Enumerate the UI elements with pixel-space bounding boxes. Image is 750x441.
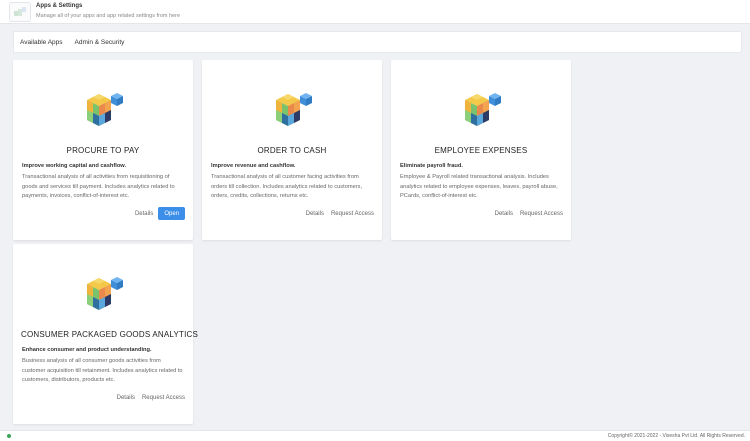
card-actions: Details Request Access <box>488 207 563 220</box>
page-title: Apps & Settings <box>36 3 83 9</box>
app-footer: Copyright© 2021-2022 - Visesha Pvt Ltd. … <box>0 430 750 441</box>
card-title: PROCURE TO PAY <box>66 146 140 155</box>
card-actions: Details Request Access <box>299 207 374 220</box>
card-description: Employee & Payroll related transactional… <box>400 174 558 199</box>
card-actions: Details Open <box>128 207 185 220</box>
card-title: ORDER TO CASH <box>257 146 327 155</box>
card-description: Transactional analysis of all activities… <box>22 174 175 199</box>
request-access-link[interactable]: Request Access <box>331 211 374 217</box>
card-title: EMPLOYEE EXPENSES <box>434 146 528 155</box>
request-access-link[interactable]: Request Access <box>142 395 185 401</box>
status-dot-icon <box>7 434 11 438</box>
details-link[interactable]: Details <box>135 211 153 217</box>
details-link[interactable]: Details <box>117 395 135 401</box>
tab-available-apps[interactable]: Available Apps <box>20 39 63 46</box>
tab-admin-security[interactable]: Admin & Security <box>75 39 125 46</box>
app-header: Apps & Settings Manage all of your apps … <box>0 0 750 24</box>
copyright-text: Copyright© 2021-2022 - Visesha Pvt Ltd. … <box>607 433 745 439</box>
app-card-consumer-packaged-goods: CONSUMER PACKAGED GOODS ANALYTICS Enhanc… <box>13 244 199 424</box>
tab-bar: Available Apps Admin & Security <box>13 31 742 53</box>
card-description: Transactional analysis of all customer f… <box>211 174 363 199</box>
card-subtitle: Eliminate payroll fraud. <box>400 163 463 169</box>
app-card-employee-expenses: EMPLOYEE EXPENSES Eliminate payroll frau… <box>391 60 571 240</box>
card-description: Business analysis of all consumer goods … <box>22 358 183 383</box>
details-link[interactable]: Details <box>495 211 513 217</box>
app-card-procure-to-pay: PROCURE TO PAY Improve working capital a… <box>13 60 193 240</box>
cube-stack-icon <box>83 88 123 126</box>
card-subtitle: Improve revenue and cashflow. <box>211 163 296 169</box>
card-title: CONSUMER PACKAGED GOODS ANALYTICS <box>21 330 199 339</box>
app-card-order-to-cash: ORDER TO CASH Improve revenue and cashfl… <box>202 60 382 240</box>
request-access-link[interactable]: Request Access <box>520 211 563 217</box>
card-subtitle: Enhance consumer and product understandi… <box>22 347 152 353</box>
cube-stack-icon <box>461 88 501 126</box>
page-subtitle: Manage all of your apps and app related … <box>36 13 181 19</box>
apps-logo-icon[interactable] <box>9 2 31 22</box>
cube-stack-icon <box>83 272 123 310</box>
card-actions: Details Request Access <box>110 391 185 404</box>
cube-stack-icon <box>272 88 312 126</box>
card-subtitle: Improve working capital and cashflow. <box>22 163 127 169</box>
details-link[interactable]: Details <box>306 211 324 217</box>
open-button[interactable]: Open <box>158 207 185 220</box>
